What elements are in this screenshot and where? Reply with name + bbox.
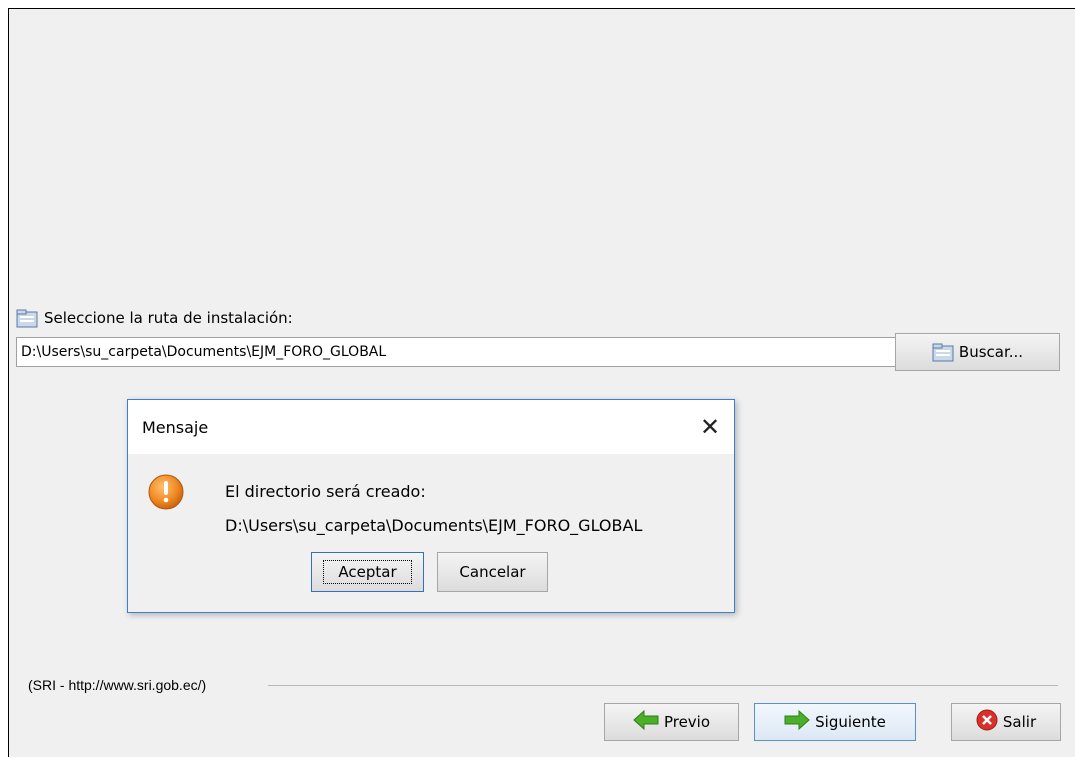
next-button-label: Siguiente: [815, 713, 886, 731]
exit-button-label: Salir: [1002, 713, 1037, 731]
dialog-title: Mensaje: [142, 417, 209, 437]
folder-icon: [16, 309, 38, 328]
dialog-titlebar: Mensaje ✕: [128, 400, 734, 454]
close-icon[interactable]: ✕: [698, 415, 722, 439]
cancel-button[interactable]: Cancelar: [437, 552, 548, 592]
footer-label: (SRI - http://www.sri.gob.ec/): [28, 677, 213, 693]
browse-button-label: Buscar...: [958, 343, 1024, 361]
dialog-message-line1: El directorio será creado:: [225, 482, 426, 501]
arrow-right-icon: [784, 709, 810, 734]
cancel-button-label: Cancelar: [459, 563, 526, 581]
close-circle-icon: [976, 709, 998, 735]
previous-button-label: Previo: [663, 713, 711, 731]
folder-icon: [932, 343, 954, 362]
message-dialog: Mensaje ✕ El directorio será creado: D:\…: [127, 399, 735, 613]
browse-button[interactable]: Buscar...: [895, 333, 1060, 371]
exit-button[interactable]: Salir: [951, 703, 1061, 741]
install-path-input[interactable]: [16, 337, 896, 367]
next-button[interactable]: Siguiente: [754, 703, 916, 741]
dialog-message-line2: D:\Users\su_carpeta\Documents\EJM_FORO_G…: [225, 516, 643, 535]
install-path-label: Seleccione la ruta de instalación:: [16, 306, 293, 330]
footer-divider: [268, 685, 1058, 686]
previous-button[interactable]: Previo: [604, 703, 739, 741]
accept-button[interactable]: Aceptar: [311, 552, 424, 592]
accept-button-label: Aceptar: [323, 560, 412, 584]
arrow-left-icon: [633, 709, 659, 734]
install-path-label-text: Seleccione la ruta de instalación:: [44, 309, 293, 327]
installer-window: [8, 8, 1075, 757]
warning-icon: [147, 473, 185, 511]
